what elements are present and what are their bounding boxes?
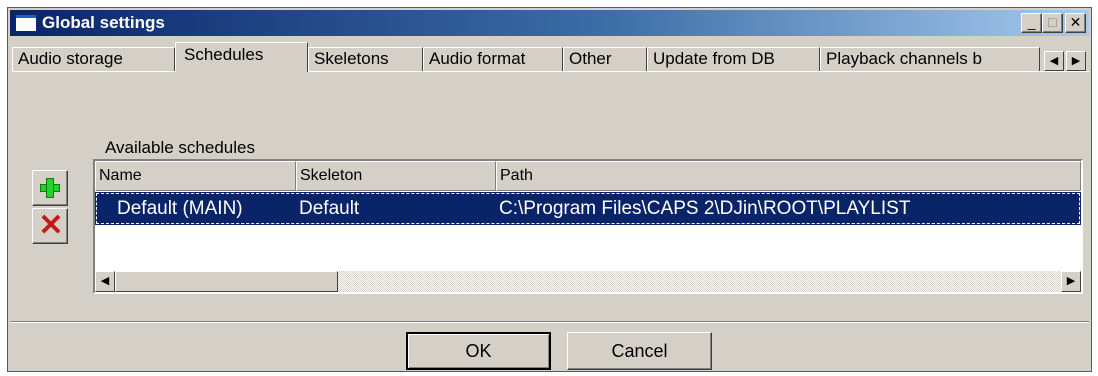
available-schedules-label: Available schedules xyxy=(105,138,255,157)
ok-button[interactable]: OK xyxy=(406,332,551,370)
close-button[interactable]: ✕ xyxy=(1065,13,1086,33)
cell-path: C:\Program Files\CAPS 2\DJin\ROOT\PLAYLI… xyxy=(499,198,911,219)
arrow-left-icon: ◀ xyxy=(1049,55,1059,67)
tab-strip: Audio storage Schedules Skeletons Audio … xyxy=(12,41,1089,72)
caption-buttons: _ □ ✕ xyxy=(1021,13,1086,33)
scrollbar-thumb[interactable] xyxy=(115,271,338,292)
arrow-right-icon: ▶ xyxy=(1071,55,1081,67)
cell-name: Default (MAIN) xyxy=(117,198,243,219)
delete-schedule-button[interactable]: ✕ xyxy=(32,208,68,244)
divider xyxy=(10,321,1089,323)
plus-icon xyxy=(40,178,60,198)
add-schedule-button[interactable] xyxy=(32,170,68,206)
tab-skeletons[interactable]: Skeletons xyxy=(308,47,423,71)
x-icon: ✕ xyxy=(38,209,64,242)
cancel-button[interactable]: Cancel xyxy=(567,332,712,370)
close-icon: ✕ xyxy=(1069,14,1082,30)
scroll-right-button[interactable]: ▶ xyxy=(1061,271,1081,292)
tab-scroll-left-button[interactable]: ◀ xyxy=(1044,51,1064,71)
arrow-left-icon: ◀ xyxy=(100,275,110,287)
window-icon xyxy=(16,15,36,31)
column-header-path[interactable]: Path xyxy=(496,161,1081,191)
cell-skeleton: Default xyxy=(299,198,360,219)
window-title: Global settings xyxy=(42,13,165,32)
schedules-list[interactable]: Name Skeleton Path Default (MAIN) Defaul… xyxy=(93,159,1083,294)
scroll-left-button[interactable]: ◀ xyxy=(95,271,115,292)
title-bar[interactable]: Global settings _ □ ✕ xyxy=(10,10,1089,36)
tab-audio-storage[interactable]: Audio storage xyxy=(12,47,175,71)
minimize-icon: _ xyxy=(1027,14,1036,30)
minimize-button[interactable]: _ xyxy=(1021,13,1042,33)
column-header-skeleton[interactable]: Skeleton xyxy=(296,161,496,191)
tab-update-from-db[interactable]: Update from DB xyxy=(647,47,820,71)
tab-playback-channels[interactable]: Playback channels b xyxy=(820,47,1040,71)
horizontal-scrollbar[interactable]: ◀ ▶ xyxy=(95,271,1081,292)
tab-audio-format[interactable]: Audio format xyxy=(423,47,563,71)
table-row[interactable]: Default (MAIN) Default C:\Program Files\… xyxy=(95,192,1081,225)
column-header-name[interactable]: Name xyxy=(95,161,296,191)
tab-scroll-right-button[interactable]: ▶ xyxy=(1066,51,1086,71)
maximize-icon: □ xyxy=(1048,14,1057,30)
tab-other[interactable]: Other xyxy=(563,47,647,71)
arrow-right-icon: ▶ xyxy=(1066,275,1076,287)
global-settings-window: Global settings _ □ ✕ Audio storage Sche… xyxy=(7,7,1092,372)
maximize-button: □ xyxy=(1042,13,1063,33)
tab-schedules[interactable]: Schedules xyxy=(175,42,308,72)
